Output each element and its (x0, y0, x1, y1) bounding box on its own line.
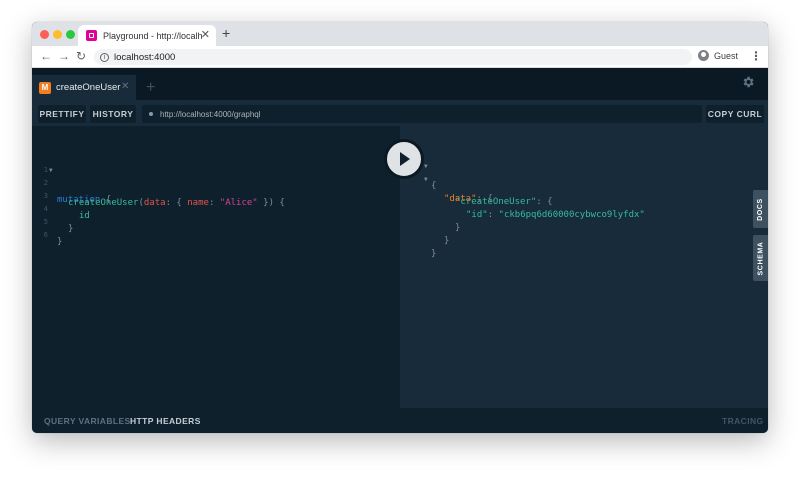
editor-line: 3 id (43, 192, 90, 221)
reload-icon[interactable]: ↻ (76, 49, 86, 63)
editor-line: 2 createOneUser(data: { name: "Alice" })… (43, 179, 285, 208)
history-button[interactable]: HISTORY (90, 105, 136, 123)
prettify-button[interactable]: PRETTIFY (38, 105, 86, 123)
editor-line: 1 ▼ mutation { (43, 166, 112, 205)
settings-gear-icon[interactable] (741, 75, 755, 89)
tracing-tab[interactable]: TRACING (722, 416, 764, 426)
result-line: } (455, 223, 461, 233)
schema-tab[interactable]: SCHEMA (753, 235, 768, 281)
browser-menu-icon[interactable]: ⋮ (750, 49, 762, 63)
browser-toolbar: ← → ↻ i localhost:4000 Guest ⋮ (32, 46, 768, 68)
fold-arrow-icon[interactable]: ▼ (49, 167, 53, 174)
endpoint-url: http://localhost:4000/graphql (160, 109, 261, 119)
connection-status-dot (149, 112, 153, 116)
execute-query-button[interactable] (384, 139, 424, 179)
address-url[interactable]: localhost:4000 (114, 52, 175, 63)
endpoint-input[interactable]: http://localhost:4000/graphql (142, 105, 702, 123)
editor-line: 5 } (43, 218, 63, 247)
playground-tab-close-icon[interactable]: ✕ (121, 81, 129, 92)
playground-tab-bar: M createOneUser ✕ + (32, 68, 768, 100)
address-bar[interactable]: i localhost:4000 (94, 49, 692, 65)
query-editor[interactable]: 1 ▼ mutation { 2 createOneUser(data: { n… (32, 126, 400, 408)
back-arrow-icon[interactable]: ← (40, 49, 52, 63)
profile-button[interactable]: Guest (698, 50, 738, 61)
tab-createoneuser[interactable]: M createOneUser ✕ (32, 75, 136, 100)
fold-arrow-icon[interactable]: ▼ (424, 176, 428, 183)
site-info-icon[interactable]: i (100, 52, 109, 62)
mutation-badge: M (39, 81, 51, 94)
result-line: "id": "ckb6pq6d60000cybwco9lyfdx" (466, 210, 645, 220)
playground-tab-title: createOneUser (56, 82, 121, 93)
maximize-window-button[interactable] (66, 30, 75, 39)
browser-tab-close-icon[interactable]: ✕ (201, 28, 210, 41)
browser-tab-strip: Playground - http://localhost:4 ✕ + (32, 22, 768, 46)
copy-curl-button[interactable]: COPY CURL (706, 105, 764, 123)
minimize-window-button[interactable] (53, 30, 62, 39)
editor-line: 4 } (43, 205, 74, 234)
result-line: } (444, 236, 450, 246)
editor-line: 6 (43, 231, 48, 239)
close-window-button[interactable] (40, 30, 49, 39)
new-tab-button[interactable]: + (222, 25, 230, 41)
bottom-bar: QUERY VARIABLES HTTP HEADERS TRACING (32, 408, 768, 433)
browser-tab[interactable]: Playground - http://localhost:4 ✕ (78, 25, 216, 46)
docs-tab[interactable]: DOCS (753, 190, 768, 228)
guest-avatar-icon (698, 50, 709, 61)
profile-label: Guest (714, 50, 739, 61)
query-variables-tab[interactable]: QUERY VARIABLES (44, 416, 131, 426)
playground-toolbar: PRETTIFY HISTORY http://localhost:4000/g… (32, 100, 768, 126)
graphql-favicon-icon (86, 30, 97, 41)
browser-window: Playground - http://localhost:4 ✕ + ← → … (32, 22, 768, 433)
result-line: "createOneUser": { (455, 197, 553, 207)
result-line: } (431, 249, 437, 259)
browser-tab-title: Playground - http://localhost:4 (103, 30, 203, 41)
fold-arrow-icon[interactable]: ▼ (424, 163, 428, 170)
play-icon (400, 152, 410, 166)
add-tab-button[interactable]: + (146, 79, 155, 97)
result-viewer: ▼ { ▼ "data": { "createOneUser": { "id":… (400, 126, 768, 408)
forward-arrow-icon[interactable]: → (58, 49, 70, 63)
http-headers-tab[interactable]: HTTP HEADERS (130, 416, 201, 426)
